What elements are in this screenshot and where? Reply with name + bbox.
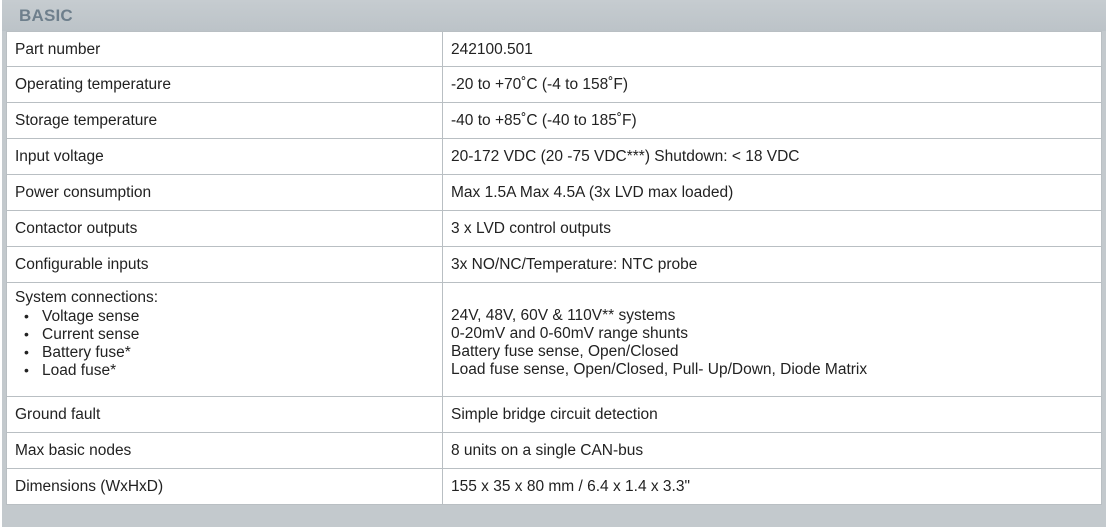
row-label: Storage temperature xyxy=(6,102,443,139)
table-row: Max basic nodes 8 units on a single CAN-… xyxy=(6,432,1102,469)
system-connections-row: System connections: • Voltage sense • Curr… xyxy=(6,282,1102,397)
row-label: Dimensions (WxHxD) xyxy=(6,468,443,505)
spec-table-frame: Part number 242100.501 Operating tempera… xyxy=(2,31,1106,527)
row-value: 20-172 VDC (20 -75 VDC***) Shutdown: < 1… xyxy=(442,138,1102,175)
table-row: Part number 242100.501 xyxy=(6,31,1102,67)
table-row: Input voltage 20-172 VDC (20 -75 VDC***)… xyxy=(6,138,1102,175)
spec-sheet: BASIC Part number 242100.501 Operating t… xyxy=(0,0,1108,530)
row-label: Operating temperature xyxy=(6,66,443,103)
bullet-icon: • xyxy=(24,362,29,378)
row-value: 3 x LVD control outputs xyxy=(442,210,1102,247)
table-row: Storage temperature -40 to +85˚C (-40 to… xyxy=(6,102,1102,139)
list-item: • Voltage sense xyxy=(15,307,442,325)
list-item: • Current sense xyxy=(15,325,442,343)
table-row: Operating temperature -20 to +70˚C (-4 t… xyxy=(6,66,1102,103)
section-title: BASIC xyxy=(19,6,73,25)
row-value: -40 to +85˚C (-40 to 185˚F) xyxy=(442,102,1102,139)
table-row: Contactor outputs 3 x LVD control output… xyxy=(6,210,1102,247)
row-label: Contactor outputs xyxy=(6,210,443,247)
row-value: 242100.501 xyxy=(442,31,1102,67)
row-label: Part number xyxy=(6,31,443,67)
connection-label: Current sense xyxy=(42,326,140,343)
system-connections-heading: System connections: xyxy=(15,289,159,306)
connection-value: Load fuse sense, Open/Closed, Pull- Up/D… xyxy=(451,361,868,378)
row-value: Simple bridge circuit detection xyxy=(442,396,1102,433)
list-item: • Battery fuse* xyxy=(15,343,442,361)
list-item: • Load fuse* xyxy=(15,361,442,379)
table-row: Ground fault Simple bridge circuit detec… xyxy=(6,396,1102,433)
connection-value: 24V, 48V, 60V & 110V** systems xyxy=(451,307,676,324)
bullet-icon: • xyxy=(24,308,29,324)
table-row: Configurable inputs 3x NO/NC/Temperature… xyxy=(6,246,1102,283)
row-value: 3x NO/NC/Temperature: NTC probe xyxy=(442,246,1102,283)
row-label: Ground fault xyxy=(6,396,443,433)
table-row: Power consumption Max 1.5A Max 4.5A (3x … xyxy=(6,174,1102,211)
connection-value: 0-20mV and 0-60mV range shunts xyxy=(451,325,688,342)
system-connections-values: 24V, 48V, 60V & 110V** systems 0-20mV an… xyxy=(442,282,1102,397)
connection-value: Battery fuse sense, Open/Closed xyxy=(451,343,679,360)
row-value: Max 1.5A Max 4.5A (3x LVD max loaded) xyxy=(442,174,1102,211)
row-value: 155 x 35 x 80 mm / 6.4 x 1.4 x 3.3" xyxy=(442,468,1102,505)
row-value: 8 units on a single CAN-bus xyxy=(442,432,1102,469)
bullet-icon: • xyxy=(24,344,29,360)
row-label: Max basic nodes xyxy=(6,432,443,469)
connection-label: Voltage sense xyxy=(42,308,140,325)
section-header: BASIC xyxy=(2,0,1106,31)
row-label: Input voltage xyxy=(6,138,443,175)
row-label: Configurable inputs xyxy=(6,246,443,283)
connection-label: Battery fuse* xyxy=(42,344,131,361)
table-row: Dimensions (WxHxD) 155 x 35 x 80 mm / 6.… xyxy=(6,468,1102,505)
connection-label: Load fuse* xyxy=(42,362,117,379)
system-connections-labels: System connections: • Voltage sense • Curr… xyxy=(6,282,443,397)
bullet-icon: • xyxy=(24,326,29,342)
row-label: Power consumption xyxy=(6,174,443,211)
row-value: -20 to +70˚C (-4 to 158˚F) xyxy=(442,66,1102,103)
spec-table: Part number 242100.501 Operating tempera… xyxy=(6,31,1102,505)
